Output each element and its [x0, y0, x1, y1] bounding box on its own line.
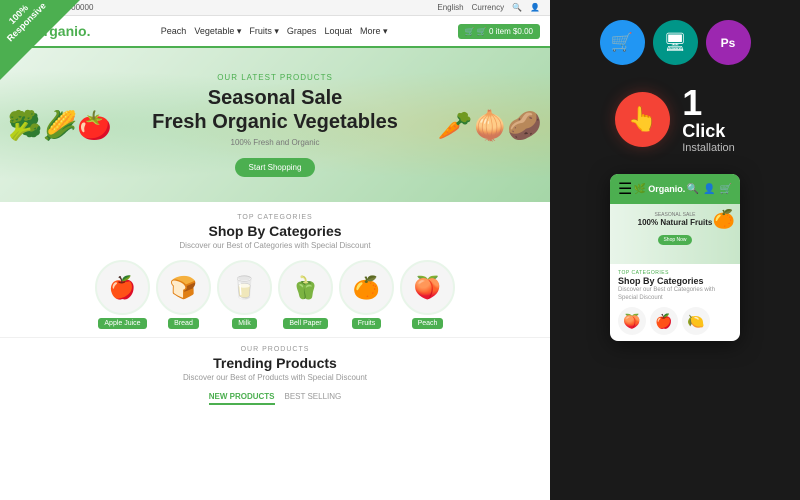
mobile-categories-title: Shop By Categories [618, 276, 732, 287]
tab-new-products[interactable]: NEW PRODUCTS [209, 392, 275, 405]
website-preview: 100% Responsive Call us: +00-000-00000 E… [0, 0, 550, 500]
hero-title-line2: Fresh Organic Vegetables [152, 111, 398, 133]
trending-subtitle: OUR PRODUCTS [15, 346, 535, 353]
category-fruits[interactable]: 🍊 Fruits [339, 260, 394, 329]
mobile-user-icon: 👤 [703, 184, 715, 195]
cart-feature-icon[interactable]: 🛒 [600, 20, 645, 65]
hero-cta-button[interactable]: Start Shopping [235, 158, 316, 177]
category-milk[interactable]: 🥛 Milk [217, 260, 272, 329]
nav-bar: 🌿 Organio. Peach Vegetable ▾ Fruits ▾ Gr… [0, 16, 550, 48]
feature-icons: 🛒 🖥 Ps [600, 20, 751, 65]
mobile-hamburger-icon: ☰ [618, 179, 632, 199]
install-sub: Installation [682, 142, 735, 154]
milk-label: Milk [232, 318, 256, 329]
fruits-icon: 🍊 [339, 260, 394, 315]
hero-title-line1: Seasonal Sale [208, 87, 343, 109]
trending-title: Trending Products [15, 355, 535, 371]
install-number: 1 [682, 85, 702, 121]
hero-title: Seasonal Sale Fresh Organic Vegetables [20, 86, 530, 134]
website-mockup: Call us: +00-000-00000 English Currency … [0, 0, 550, 500]
trending-section: OUR PRODUCTS Trending Products Discover … [0, 337, 550, 413]
mobile-logo: Organio. [648, 184, 685, 194]
nav-loquat[interactable]: Loquat [324, 26, 352, 37]
right-panel: 🛒 🖥 Ps 👆 1 Click Installation ☰ 🌿 Organi… [550, 0, 800, 500]
mobile-categories-desc: Discover our Best of Categories with Spe… [618, 287, 732, 303]
peach-label: Peach [412, 318, 444, 329]
categories-subtitle: TOP CATEGORIES [15, 214, 535, 221]
bell-paper-icon: 🫑 [278, 260, 333, 315]
photoshop-feature-icon[interactable]: Ps [706, 20, 751, 65]
currency-selector[interactable]: Currency [472, 3, 504, 12]
mobile-search-icon: 🔍 [687, 184, 699, 195]
fruits-label: Fruits [352, 318, 382, 329]
nav-vegetable[interactable]: Vegetable ▾ [194, 26, 241, 37]
hero-subtitle: OUR LATEST PRODUCTS [20, 73, 530, 82]
responsive-badge: 100% Responsive [0, 0, 80, 80]
mobile-cat-lemon: 🍋 [682, 307, 710, 335]
tab-best-selling[interactable]: BEST SELLING [285, 392, 342, 405]
category-peach[interactable]: 🍑 Peach [400, 260, 455, 329]
mobile-cart-icon: 🛒 [720, 184, 732, 195]
apple-juice-label: Apple Juice [98, 318, 146, 329]
category-apple-juice[interactable]: 🍎 Apple Juice [95, 260, 150, 329]
nav-more[interactable]: More ▾ [360, 26, 388, 37]
mobile-nav-icons: 🔍 👤 🛒 [687, 184, 732, 195]
category-bell-paper[interactable]: 🫑 Bell Paper [278, 260, 333, 329]
top-bar: Call us: +00-000-00000 English Currency … [0, 0, 550, 16]
installation-section: 👆 1 Click Installation [615, 85, 735, 154]
monitor-feature-icon[interactable]: 🖥 [653, 20, 698, 65]
nav-fruits[interactable]: Fruits ▾ [249, 26, 279, 37]
mobile-cat-apple: 🍎 [650, 307, 678, 335]
cart-icon: 🛒 [465, 27, 475, 36]
language-selector[interactable]: English [437, 3, 463, 12]
install-text: 1 Click Installation [682, 85, 735, 154]
mobile-categories-items: 🍑 🍎 🍋 [618, 307, 732, 335]
mobile-hero-button[interactable]: Shop Now [658, 235, 691, 245]
categories-description: Discover our Best of Categories with Spe… [15, 241, 535, 250]
nav-grapes[interactable]: Grapes [287, 26, 317, 37]
install-label: Click [682, 121, 735, 142]
bread-icon: 🍞 [156, 260, 211, 315]
badge-text: 100% Responsive [0, 0, 48, 44]
nav-peach[interactable]: Peach [161, 26, 187, 37]
categories-grid: 🍎 Apple Juice 🍞 Bread 🥛 Milk 🫑 Bell Pape… [15, 260, 535, 329]
categories-section: TOP CATEGORIES Shop By Categories Discov… [0, 202, 550, 337]
mobile-categories: TOP CATEGORIES Shop By Categories Discov… [610, 264, 740, 341]
bread-label: Bread [168, 318, 199, 329]
mobile-fruit-decoration: 🍊 [713, 209, 735, 230]
user-icon[interactable]: 👤 [530, 3, 540, 12]
cart-button[interactable]: 🛒 🛒 0 item $0.00 [458, 24, 540, 39]
milk-icon: 🥛 [217, 260, 272, 315]
hero-description: 100% Fresh and Organic [20, 138, 530, 147]
categories-title: Shop By Categories [15, 223, 535, 239]
apple-juice-icon: 🍎 [95, 260, 150, 315]
install-icon: 👆 [615, 92, 670, 147]
nav-links: Peach Vegetable ▾ Fruits ▾ Grapes Loquat… [161, 26, 388, 37]
trending-description: Discover our Best of Products with Speci… [15, 373, 535, 382]
bell-paper-label: Bell Paper [283, 318, 327, 329]
hero-section: 🥦🌽🍅 🥕🧅🥔 OUR LATEST PRODUCTS Seasonal Sal… [0, 48, 550, 202]
mobile-cat-peach: 🍑 [618, 307, 646, 335]
category-bread[interactable]: 🍞 Bread [156, 260, 211, 329]
peach-icon: 🍑 [400, 260, 455, 315]
mobile-header: ☰ 🌿 Organio. 🔍 👤 🛒 [610, 174, 740, 204]
search-icon[interactable]: 🔍 [512, 3, 522, 12]
mobile-mockup: ☰ 🌿 Organio. 🔍 👤 🛒 🍊 Seasonal Sale 100% … [610, 174, 740, 341]
mobile-hero: 🍊 Seasonal Sale 100% Natural Fruits Shop… [610, 204, 740, 264]
cart-label: 🛒 0 item $0.00 [477, 27, 533, 36]
